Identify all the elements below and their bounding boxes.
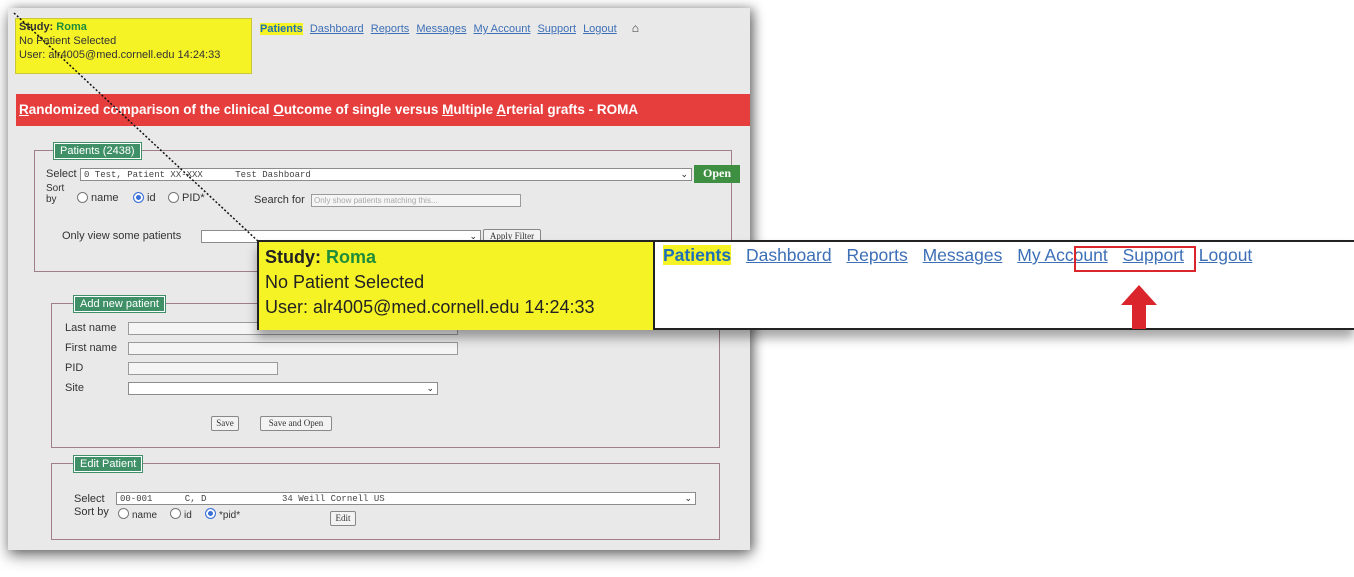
zoom-study-name: Roma <box>326 247 377 267</box>
zoom-nav-patients[interactable]: Patients <box>663 245 732 265</box>
zoom-nav-messages[interactable]: Messages <box>923 245 1003 265</box>
zoom-callout: Study: Roma No Patient Selected User: al… <box>257 240 1354 330</box>
zoom-user-value: alr4005@med.cornell.edu 14:24:33 <box>313 297 595 317</box>
zoom-nav-dashboard[interactable]: Dashboard <box>746 245 832 265</box>
zoom-patient-status: No Patient Selected <box>265 272 425 292</box>
zoom-nav-reports[interactable]: Reports <box>846 245 907 265</box>
zoom-nav-logout[interactable]: Logout <box>1199 245 1253 265</box>
my-account-highlight-box <box>1074 246 1196 272</box>
zoom-user-label: User: <box>265 297 309 317</box>
zoom-study-label: Study: <box>265 247 321 267</box>
zoom-study-info: Study: Roma No Patient Selected User: al… <box>259 242 655 330</box>
red-arrow-icon <box>1121 285 1157 329</box>
